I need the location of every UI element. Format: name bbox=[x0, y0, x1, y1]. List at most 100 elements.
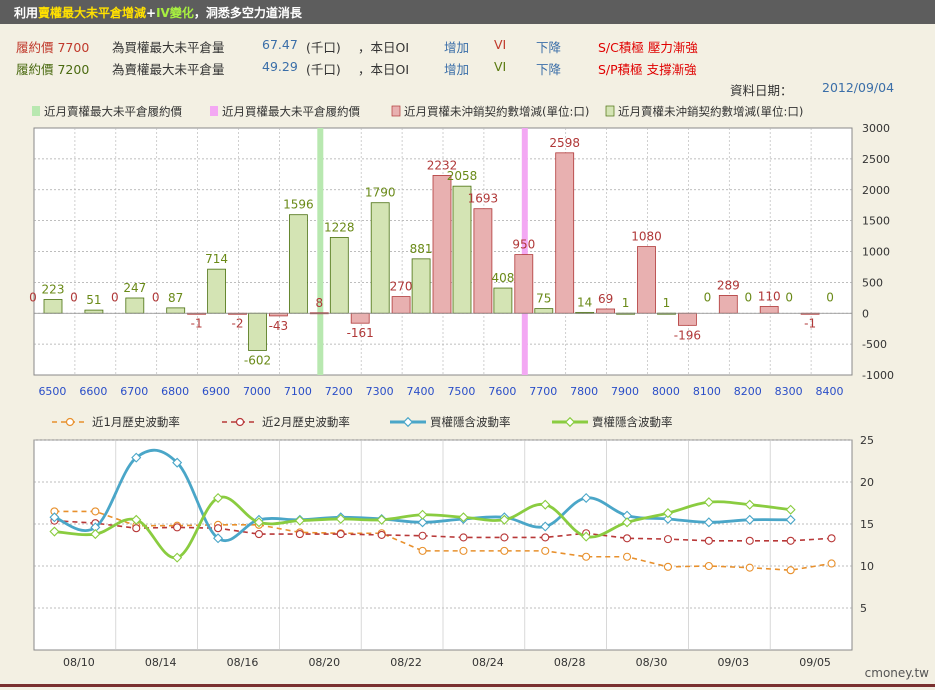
data-point bbox=[622, 552, 632, 561]
x-tick-label: 08/16 bbox=[227, 656, 259, 669]
legend-label: 買權隱含波動率 bbox=[430, 415, 511, 429]
y-tick-label: 5 bbox=[860, 602, 867, 615]
x-tick-label: 08/24 bbox=[472, 656, 504, 669]
data-label: 14 bbox=[577, 295, 592, 309]
bar bbox=[596, 308, 615, 314]
x-tick-label: 7800 bbox=[570, 385, 598, 398]
data-label: 51 bbox=[86, 293, 101, 307]
bar bbox=[493, 287, 513, 314]
x-tick-label: 7900 bbox=[611, 385, 639, 398]
data-label: 2598 bbox=[549, 136, 580, 150]
x-tick-label: 09/05 bbox=[799, 656, 831, 669]
bar bbox=[43, 299, 63, 314]
bar bbox=[350, 312, 370, 324]
x-tick-label: 8200 bbox=[734, 385, 762, 398]
bar bbox=[207, 268, 227, 314]
data-point bbox=[786, 536, 795, 545]
data-point bbox=[827, 534, 836, 543]
bar bbox=[84, 309, 104, 314]
data-point bbox=[132, 524, 141, 533]
legend-label: 近月買權未沖銷契約數增減(單位:口) bbox=[404, 105, 589, 119]
data-label: 0 bbox=[785, 290, 793, 304]
y-tick-label: -500 bbox=[862, 338, 887, 351]
x-tick-label: 7300 bbox=[366, 385, 394, 398]
x-tick-label: 8300 bbox=[775, 385, 803, 398]
data-label: 8 bbox=[315, 296, 323, 310]
data-point bbox=[500, 546, 509, 555]
data-point bbox=[704, 561, 713, 571]
data-label: 1693 bbox=[468, 192, 499, 206]
x-tick-label: 08/14 bbox=[145, 656, 177, 669]
legend-swatch bbox=[32, 106, 40, 116]
y-tick-label: 25 bbox=[860, 434, 874, 447]
data-label: 950 bbox=[512, 238, 535, 252]
bar bbox=[514, 254, 534, 314]
legend-label: 近月買權最大未平倉履約價 bbox=[222, 105, 360, 119]
x-tick-label: 7200 bbox=[325, 385, 353, 398]
data-label: 0 bbox=[152, 290, 160, 304]
data-point bbox=[745, 536, 754, 545]
data-point bbox=[704, 536, 713, 545]
data-point bbox=[745, 563, 754, 572]
data-point bbox=[459, 546, 468, 555]
y-tick-label: 2000 bbox=[862, 184, 890, 197]
y-tick-label: 0 bbox=[862, 307, 869, 320]
data-label: 1790 bbox=[365, 186, 396, 200]
y-tick-label: 15 bbox=[860, 518, 874, 531]
bar bbox=[329, 237, 349, 314]
watermark: cmoney.tw bbox=[864, 666, 929, 680]
x-tick-label: 6800 bbox=[161, 385, 189, 398]
data-label: -602 bbox=[244, 353, 271, 367]
x-tick-label: 6700 bbox=[120, 385, 148, 398]
x-tick-label: 6600 bbox=[79, 385, 107, 398]
data-label: 714 bbox=[205, 252, 228, 266]
data-label: 0 bbox=[704, 290, 712, 304]
data-label: 69 bbox=[598, 292, 613, 306]
y-tick-label: 1000 bbox=[862, 246, 890, 259]
data-label: 75 bbox=[536, 292, 551, 306]
data-label: 247 bbox=[123, 281, 146, 295]
x-tick-label: 7600 bbox=[488, 385, 516, 398]
bar bbox=[534, 308, 554, 314]
legend-label: 賣權隱含波動率 bbox=[592, 415, 673, 429]
data-label: -2 bbox=[232, 316, 244, 330]
data-label: 0 bbox=[70, 290, 78, 304]
highlight-put-max bbox=[317, 128, 324, 375]
data-point bbox=[214, 524, 223, 533]
data-label: 110 bbox=[758, 289, 781, 303]
legend-marker bbox=[402, 416, 414, 428]
data-label: 2058 bbox=[447, 169, 478, 183]
y-tick-label: 20 bbox=[860, 476, 874, 489]
x-tick-label: 7000 bbox=[243, 385, 271, 398]
y-tick-label: 2500 bbox=[862, 153, 890, 166]
x-tick-label: 08/20 bbox=[308, 656, 340, 669]
bar bbox=[432, 175, 452, 314]
bar bbox=[288, 214, 308, 314]
data-point bbox=[418, 546, 427, 555]
data-point bbox=[459, 533, 468, 542]
legend-marker bbox=[235, 417, 245, 427]
x-tick-label: 8000 bbox=[652, 385, 680, 398]
bar bbox=[678, 312, 697, 326]
x-tick-label: 7700 bbox=[529, 385, 557, 398]
legend-label: 近月賣權最大未平倉履約價 bbox=[44, 105, 182, 119]
x-tick-label: 08/10 bbox=[63, 656, 95, 669]
data-label: 0 bbox=[111, 290, 119, 304]
data-point bbox=[786, 566, 795, 575]
data-label: 289 bbox=[717, 278, 740, 292]
data-point bbox=[827, 559, 836, 568]
data-label: 1 bbox=[622, 296, 630, 310]
x-tick-label: 08/22 bbox=[390, 656, 422, 669]
data-label: 0 bbox=[826, 290, 834, 304]
x-tick-label: 6500 bbox=[38, 385, 66, 398]
data-point bbox=[622, 534, 632, 543]
y-tick-label: 1500 bbox=[862, 215, 890, 228]
data-point bbox=[377, 530, 386, 539]
data-point bbox=[91, 507, 100, 516]
data-point bbox=[541, 546, 550, 555]
data-point bbox=[500, 533, 509, 542]
bar bbox=[370, 202, 390, 314]
data-label: 0 bbox=[744, 290, 752, 304]
data-label: 1228 bbox=[324, 220, 355, 234]
y-tick-label: 3000 bbox=[862, 122, 890, 135]
